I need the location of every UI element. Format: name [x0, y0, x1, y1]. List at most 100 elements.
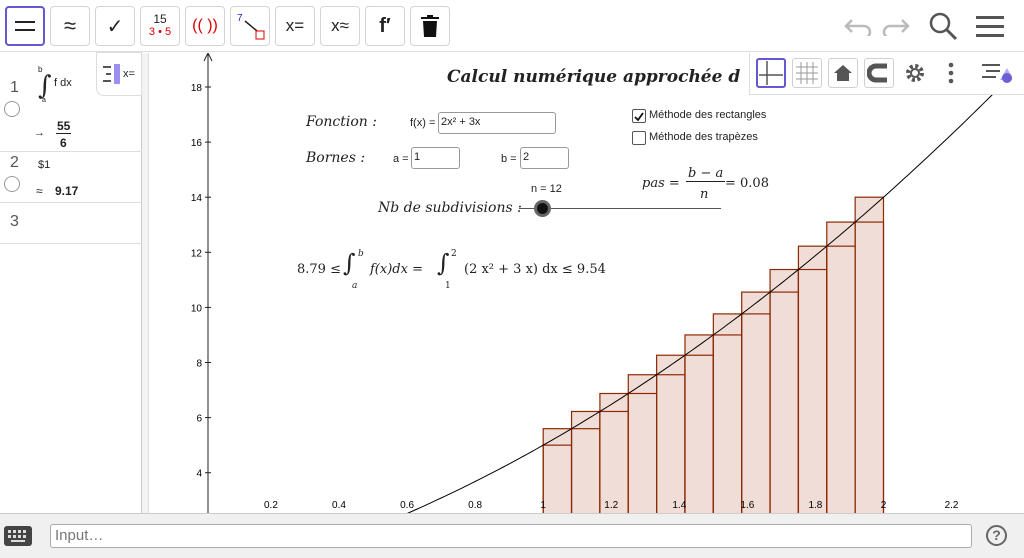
y-tick-label: 12 [191, 248, 203, 259]
upper-rectangle [797, 245, 828, 513]
a-input-field[interactable]: 1 [411, 147, 460, 169]
keep-input-tool-button[interactable]: ✓ [95, 6, 135, 46]
rectangles-checkbox[interactable] [632, 109, 646, 123]
solve-tool-button[interactable]: x= [275, 6, 315, 46]
expand-tool-button[interactable]: (( )) [185, 6, 225, 46]
axes-icon [759, 61, 783, 85]
evaluate-tool-button[interactable] [5, 6, 45, 46]
upper-rectangle [542, 428, 573, 513]
integral-upper-2: 2 [451, 249, 457, 259]
integral-sign-icon: ∫ [343, 249, 356, 277]
row-number: 1 [10, 79, 19, 96]
algebra-row-2[interactable]: 2 $1 ≈ 9.17 [0, 152, 142, 203]
upper-rectangle [741, 291, 771, 513]
integral-upper-b: b [358, 249, 364, 259]
derivative-icon: f′ [379, 14, 391, 37]
result-numerator: 55 [56, 119, 72, 134]
visibility-toggle[interactable] [4, 101, 20, 117]
y-tick-label: 16 [191, 138, 203, 149]
x-tick-label: 1 [540, 500, 546, 511]
nsolve-tool-button[interactable]: x≈ [320, 6, 360, 46]
x-tick-label: 0.8 [468, 500, 482, 511]
result-denominator: 6 [60, 136, 67, 150]
upper-rectangle [826, 221, 856, 513]
rectangles-label: Méthode des rectangles [649, 109, 767, 121]
view-menu-button[interactable] [982, 58, 1012, 88]
input-field[interactable]: Input… [50, 524, 972, 548]
search-icon[interactable] [927, 10, 959, 42]
factor-tool-button[interactable]: 15 3 • 5 [140, 6, 180, 46]
grid-icon [796, 62, 818, 84]
home-view-button[interactable] [828, 58, 858, 88]
pas-value: = 0.08 [725, 176, 769, 191]
graphics-view[interactable]: 4 6 8 10 12 14 16 18 0.2 0.4 0.6 0.8 1 1.2 1.4 1.6 1.8 2… [149, 53, 1024, 513]
pas-label: pas = [642, 176, 680, 191]
factor-bottom-text: 3 • 5 [148, 26, 172, 38]
y-tick-label: 8 [196, 359, 202, 370]
undo-icon[interactable] [842, 10, 874, 42]
integral-lower-bound: a [42, 97, 46, 104]
geogebra-app: ≈ ✓ 15 3 • 5 (( )) 7 x= x≈ f′ 1 b ∫ a f … [0, 0, 1024, 558]
pas-denominator: n [700, 187, 709, 202]
home-icon [834, 65, 852, 81]
view-divider[interactable] [142, 53, 149, 513]
y-tick-label: 14 [191, 193, 203, 204]
trapezes-checkbox[interactable] [632, 131, 646, 145]
b-prefix: b = [501, 153, 517, 165]
integral-lower-a: a [352, 281, 358, 291]
redo-icon[interactable] [880, 10, 912, 42]
upper-rectangle [854, 196, 885, 513]
integral-lower-1: 1 [445, 281, 451, 291]
x-tick-label: 2 [881, 500, 887, 511]
algebra-row-3[interactable]: 3 [0, 203, 142, 244]
solve-exact-label: x= [285, 16, 305, 35]
n-value-label: n = 12 [531, 183, 562, 195]
algebra-style-toggle[interactable]: x= [96, 52, 142, 96]
integral-lower-estimate: 8.79 ≤ [297, 262, 341, 277]
upper-rectangle [656, 354, 686, 513]
numeric-tool-button[interactable]: ≈ [50, 6, 90, 46]
upper-rectangle [712, 313, 743, 513]
delete-tool-button[interactable] [410, 6, 450, 46]
y-tick-label: 6 [196, 414, 202, 425]
axes-toggle-button[interactable] [756, 58, 786, 88]
upper-rectangle [627, 374, 658, 513]
point-capture-button[interactable] [864, 58, 894, 88]
plot-canvas[interactable]: 4681012141618 0.2 0.4 0.6 0.8 1 1.2 1.4 1.6 1.8 2… [149, 53, 1024, 513]
y-tick-label: 4 [196, 469, 202, 480]
solve-exact-icon: x= [286, 16, 304, 36]
toolbar: ≈ ✓ 15 3 • 5 (( )) 7 x= x≈ f′ [0, 0, 1024, 52]
x-tick-label: 0.6 [400, 500, 414, 511]
derivative-tool-button[interactable]: f′ [365, 6, 405, 46]
check-icon: ✓ [106, 15, 124, 38]
x-tick-label: 1.2 [604, 500, 618, 511]
substitute-tool-button[interactable]: 7 [230, 6, 270, 46]
menu-icon[interactable] [974, 10, 1006, 42]
fonction-label: Fonction : [306, 114, 377, 130]
subdivisions-label: Nb de subdivisions : [378, 200, 522, 216]
more-vertical-icon [948, 62, 954, 84]
grid-toggle-button[interactable] [792, 58, 822, 88]
fx-input-field[interactable]: 2x² + 3x [438, 112, 556, 134]
b-input-field[interactable]: 2 [520, 147, 569, 169]
row-result: 9.17 [55, 184, 79, 198]
y-tick-label: 10 [191, 303, 203, 314]
n-slider-handle[interactable] [534, 200, 551, 217]
approx-sign: ≈ [36, 184, 43, 198]
substitute-seven-text: 7 [237, 13, 243, 24]
help-icon[interactable]: ? [986, 525, 1007, 546]
pas-numerator: b − a [686, 166, 726, 182]
integral-middle: f(x)dx = [370, 262, 423, 277]
magnet-icon [867, 63, 887, 83]
visibility-toggle[interactable] [4, 176, 20, 192]
algebra-view: 1 b ∫ a f dx → 55 6 2 $1 ≈ 9.17 3 [0, 53, 142, 513]
graphics-settings-button[interactable] [900, 58, 930, 88]
input-bar: Input… ? [0, 513, 1024, 558]
integral-expression: (2 x² + 3 x) dx ≤ 9.54 [464, 262, 606, 277]
integral-sign-icon: ∫ [437, 249, 450, 277]
keyboard-icon[interactable] [4, 526, 32, 546]
upper-rectangle [570, 410, 601, 513]
more-options-button[interactable] [936, 58, 966, 88]
algebra-toggle-label: x= [123, 68, 135, 80]
x-tick-label: 1.8 [808, 500, 822, 511]
